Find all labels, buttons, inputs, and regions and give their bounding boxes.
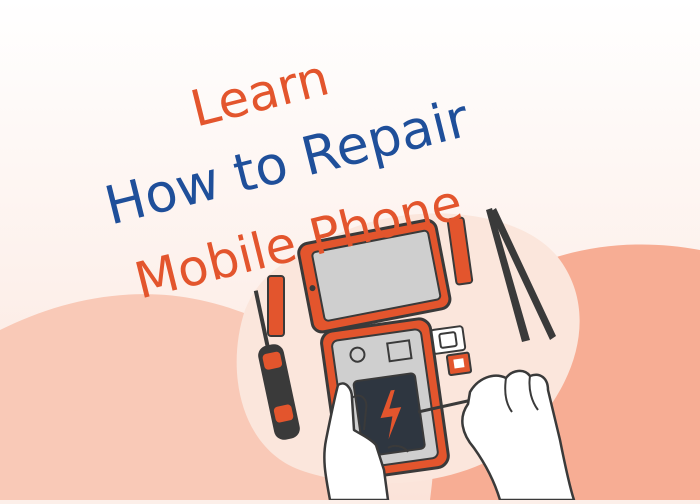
headline: Learn How to Repair Mobile Phone xyxy=(0,0,700,310)
illustration: Learn How to Repair Mobile Phone xyxy=(0,0,700,502)
sim-card-icon xyxy=(445,351,473,377)
sim-tray-icon xyxy=(429,325,467,355)
headline-line-learn: Learn xyxy=(185,48,335,139)
